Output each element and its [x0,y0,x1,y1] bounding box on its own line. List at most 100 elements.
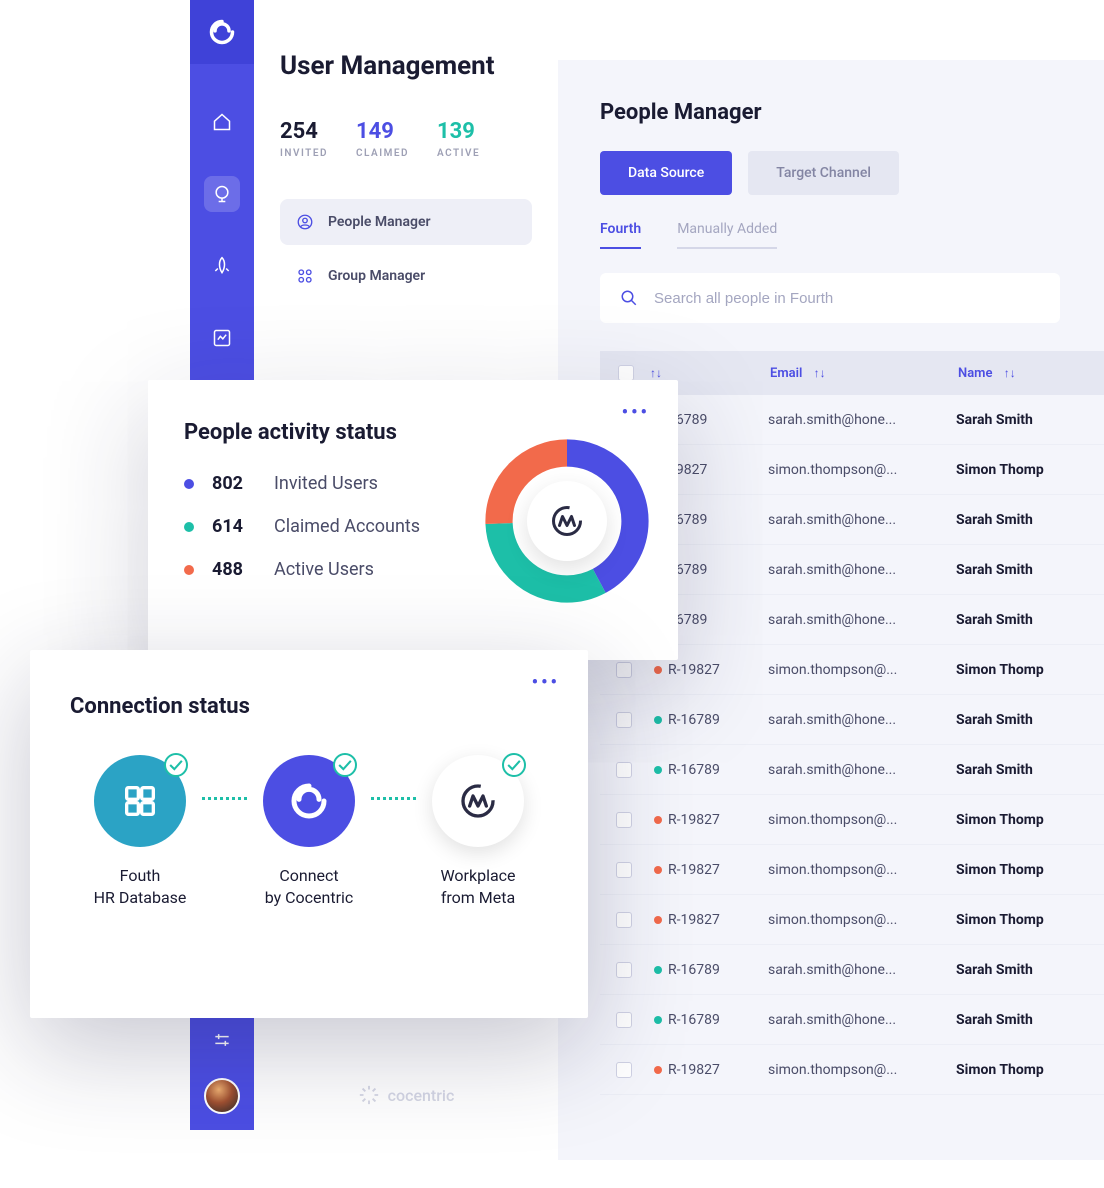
cell-id: 16789 [668,562,768,578]
conn-circle [432,755,524,847]
sort-icon: ↑↓ [1004,366,1016,380]
cell-name: Sarah Smith [956,712,1104,728]
cell-id: 16789 [668,612,768,628]
legend-value: 614 [212,516,256,537]
page-title: User Management [280,50,532,83]
table-row[interactable]: R-16789sarah.smith@hone...Sarah Smith [600,945,1104,995]
status-dot [654,816,662,824]
sidebar-item-users[interactable] [204,176,240,212]
row-checkbox[interactable] [616,662,632,678]
legend-dot [184,522,194,532]
chart-icon [212,328,232,348]
cell-name: Sarah Smith [956,412,1104,428]
conn-node-fourth: Fouth HR Database [70,755,210,908]
check-icon [166,745,186,785]
conn-circle [94,755,186,847]
cell-email: sarah.smith@hone... [768,1012,956,1028]
cell-email: sarah.smith@hone... [768,512,956,528]
cell-email: sarah.smith@hone... [768,562,956,578]
row-checkbox[interactable] [616,1012,632,1028]
table-row[interactable]: R-16789sarah.smith@hone...Sarah Smith [600,995,1104,1045]
donut-chart [482,436,652,606]
cell-email: sarah.smith@hone... [768,962,956,978]
cell-id: R-16789 [668,1012,768,1028]
sidebar-item-home[interactable] [204,104,240,140]
status-dot [654,1016,662,1024]
table-row[interactable]: R-19827simon.thompson@...Simon Thomp [600,845,1104,895]
status-dot [654,716,662,724]
search-icon [620,289,638,307]
th-id[interactable]: ↑↓ [650,366,770,380]
sub-tab-manual[interactable]: Manually Added [677,221,777,249]
tab-data-source[interactable]: Data Source [600,151,732,195]
table-row[interactable]: R-19827simon.thompson@...Simon Thomp [600,895,1104,945]
row-checkbox[interactable] [616,712,632,728]
rocket-icon [212,256,232,276]
cell-email: sarah.smith@hone... [768,412,956,428]
cell-id: R-16789 [668,762,768,778]
legend-label: Invited Users [274,473,378,494]
select-all-checkbox[interactable] [618,365,634,381]
status-dot [654,766,662,774]
card-people-activity: ••• People activity status 802Invited Us… [148,380,678,660]
legend-dot [184,565,194,575]
sidebar-item-analytics[interactable] [204,320,240,356]
conn-circle [263,755,355,847]
row-checkbox[interactable] [616,812,632,828]
table-row[interactable]: R-16789sarah.smith@hone...Sarah Smith [600,745,1104,795]
status-dot [654,916,662,924]
more-menu[interactable]: ••• [532,672,560,693]
cell-id: R-19827 [668,912,768,928]
conn-label: Fouth HR Database [94,865,187,908]
row-checkbox[interactable] [616,912,632,928]
stat-active: 139 ACTIVE [437,119,480,159]
cocentric-logo-icon [289,781,329,821]
row-checkbox[interactable] [616,1062,632,1078]
conn-node-cocentric: Connect by Cocentric [239,755,379,908]
cell-email: sarah.smith@hone... [768,712,956,728]
table-row[interactable]: R-19827simon.thompson@...Simon Thomp [600,1045,1104,1095]
search-input[interactable] [654,290,1040,307]
stat-invited: 254 INVITED [280,119,328,159]
card-connection-status: ••• Connection status Fouth HR Database [30,650,588,1018]
table-row[interactable]: R-19827simon.thompson@...Simon Thomp [600,795,1104,845]
status-dot [654,1066,662,1074]
nav-item-people-manager[interactable]: People Manager [280,199,532,245]
legend-dot [184,479,194,489]
panel-title: People Manager [600,100,1104,125]
th-name[interactable]: Name ↑↓ [958,366,1104,381]
avatar[interactable] [204,1078,240,1114]
sidebar-logo[interactable] [190,0,254,64]
row-checkbox[interactable] [616,762,632,778]
sidebar-item-rocket[interactable] [204,248,240,284]
more-menu[interactable]: ••• [622,402,650,423]
cell-id: R-19827 [668,1062,768,1078]
row-checkbox[interactable] [616,962,632,978]
cell-email: simon.thompson@... [768,662,956,678]
row-checkbox[interactable] [616,862,632,878]
cell-name: Simon Thomp [956,862,1104,878]
globe-icon [212,184,232,204]
cell-name: Sarah Smith [956,562,1104,578]
cell-id: R-19827 [668,812,768,828]
cell-name: Simon Thomp [956,462,1104,478]
check-icon [335,745,355,785]
nav-item-label: Group Manager [328,268,425,284]
search-box[interactable] [600,273,1060,323]
tab-target-channel[interactable]: Target Channel [748,151,899,195]
nav-item-group-manager[interactable]: Group Manager [280,253,532,299]
stat-claimed: 149 CLAIMED [356,119,409,159]
th-email[interactable]: Email ↑↓ [770,366,958,381]
table-row[interactable]: R-16789sarah.smith@hone...Sarah Smith [600,695,1104,745]
cell-id: R-19827 [668,662,768,678]
workplace-icon [549,503,585,539]
legend-value: 802 [212,473,256,494]
sidebar-item-settings[interactable] [204,1022,240,1058]
check-icon [504,745,524,785]
sub-tab-fourth[interactable]: Fourth [600,221,641,249]
donut-center [527,481,607,561]
nav-item-label: People Manager [328,214,431,230]
cell-name: Simon Thomp [956,812,1104,828]
cell-id: 16789 [668,412,768,428]
sliders-icon [212,1030,232,1050]
